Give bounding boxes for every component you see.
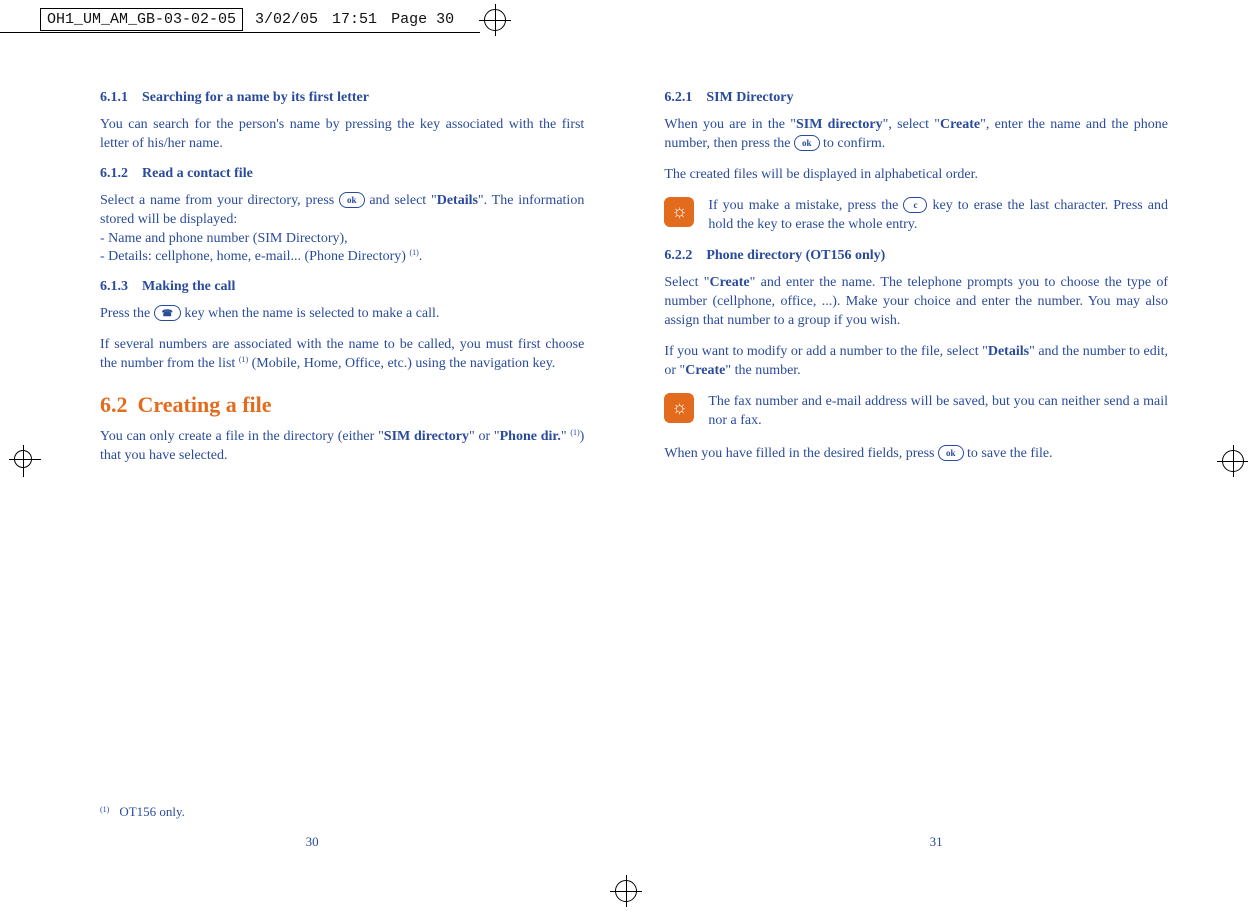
page-31: 6.2.1SIM Directory When you are in the "…	[624, 70, 1248, 870]
body-6-1-2: Select a name from your directory, press…	[100, 192, 584, 268]
heading-6-2-1: 6.2.1SIM Directory	[664, 90, 1168, 106]
heading-6-2-2: 6.2.2Phone directory (OT156 only)	[664, 248, 1168, 264]
ok-key-icon: ok	[938, 445, 964, 461]
heading-6-1-3: 6.1.3Making the call	[100, 279, 584, 295]
tip-2: ☼ The fax number and e-mail address will…	[664, 393, 1168, 431]
lightbulb-icon: ☼	[664, 197, 694, 227]
page-30: 6.1.1Searching for a name by its first l…	[0, 70, 624, 870]
heading-6-1-1: 6.1.1Searching for a name by its first l…	[100, 90, 584, 106]
call-key-icon: ☎	[154, 305, 181, 321]
crop-pagemark: Page 30	[391, 11, 454, 28]
body-6-1-1: You can search for the person's name by …	[100, 116, 584, 154]
heading-6-2: 6.2Creating a file	[100, 392, 584, 418]
crop-date: 3/02/05	[255, 11, 318, 28]
body-6-1-3-b: If several numbers are associated with t…	[100, 336, 584, 374]
crop-filename: OH1_UM_AM_GB-03-02-05	[40, 8, 243, 31]
body-6-2-2-b: If you want to modify or add a number to…	[664, 343, 1168, 381]
crop-time: 17:51	[332, 11, 377, 28]
heading-6-1-2: 6.1.2Read a contact file	[100, 166, 584, 182]
page-number-left: 30	[306, 834, 319, 850]
crop-mark-header: OH1_UM_AM_GB-03-02-05 3/02/05 17:51 Page…	[40, 8, 506, 31]
registration-mark-bottom-icon	[605, 880, 637, 907]
ok-key-icon: ok	[794, 135, 820, 151]
body-6-2-1-a: When you are in the "SIM directory", sel…	[664, 116, 1168, 154]
footnote: (1)OT156 only.	[100, 804, 185, 820]
registration-mark-icon	[484, 9, 506, 31]
body-6-2-1-b: The created files will be displayed in a…	[664, 166, 1168, 185]
tip-1: ☼ If you make a mistake, press the c key…	[664, 197, 1168, 235]
body-6-2: You can only create a file in the direct…	[100, 428, 584, 466]
page-number-right: 31	[930, 834, 943, 850]
body-6-1-3-a: Press the ☎ key when the name is selecte…	[100, 305, 584, 324]
body-6-2-2-c: When you have filled in the desired fiel…	[664, 445, 1168, 464]
lightbulb-icon: ☼	[664, 393, 694, 423]
c-key-icon: c	[903, 197, 927, 213]
body-6-2-2-a: Select "Create" and enter the name. The …	[664, 274, 1168, 331]
page-spread: 6.1.1Searching for a name by its first l…	[0, 0, 1248, 870]
ok-key-icon: ok	[339, 192, 365, 208]
